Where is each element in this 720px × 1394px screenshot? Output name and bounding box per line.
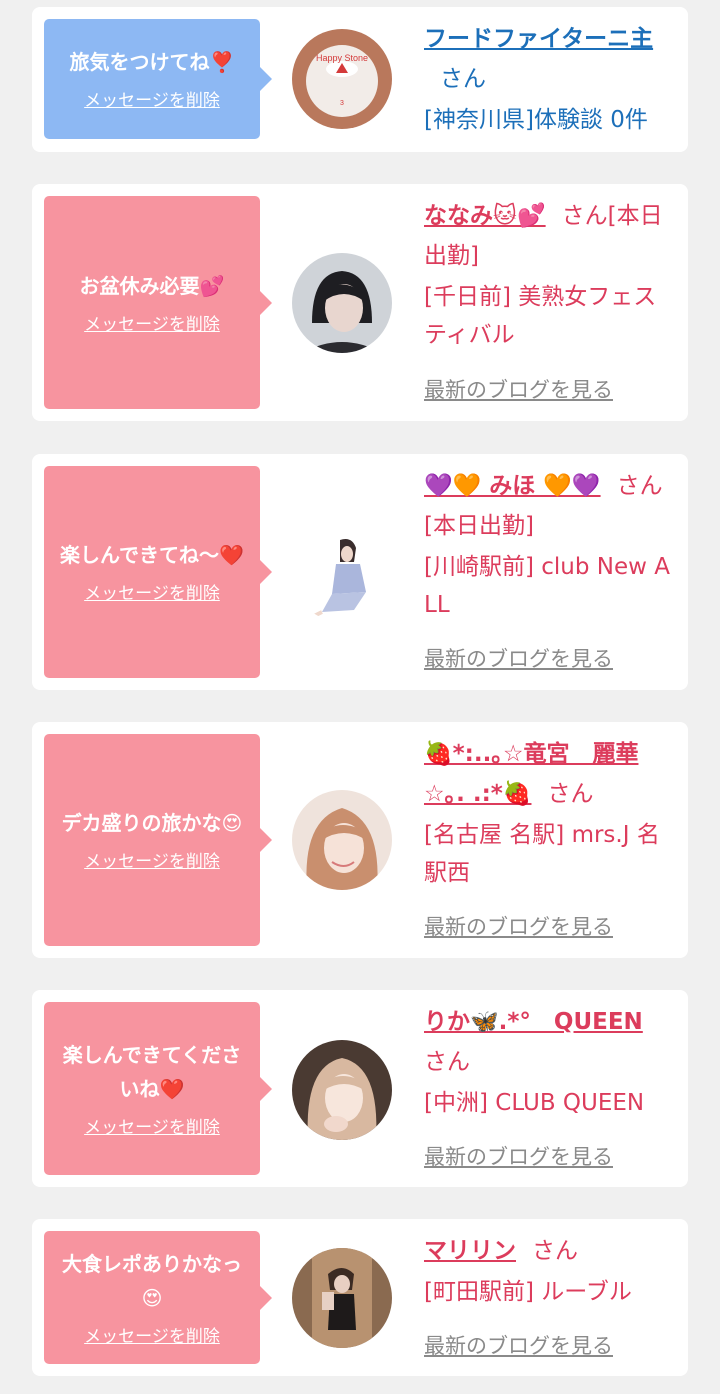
cast-photo: [292, 522, 392, 622]
latest-blog-link[interactable]: 最新のブログを見る: [424, 644, 613, 674]
message-text: 楽しんできてね〜❤️: [60, 543, 244, 567]
latest-blog-link[interactable]: 最新のブログを見る: [424, 1142, 613, 1172]
message-card: 楽しんできてくださいね❤️ メッセージを削除 りか🦋.*° QUEEN さん [中…: [32, 990, 688, 1187]
avatar[interactable]: [292, 1248, 392, 1348]
cast-detail: [中洲] CLUB QUEEN: [424, 1090, 645, 1116]
message-bubble: デカ盛りの旅かな😍 メッセージを削除: [44, 734, 272, 946]
delete-message-link[interactable]: メッセージを削除: [84, 313, 220, 337]
cast-photo: [292, 253, 392, 353]
cast-name-link[interactable]: ななみ🐱💕: [424, 203, 546, 229]
cast-name-link[interactable]: 🍓*:..｡☆竜宮 麗華☆｡. .:*🍓: [424, 741, 638, 807]
message-card: 楽しんできてね〜❤️ メッセージを削除 💜🧡 みほ 🧡💜 さん[本日出勤] [川崎…: [32, 454, 688, 690]
message-text: 楽しんできてくださいね❤️: [62, 1042, 242, 1101]
honorific: さん: [424, 1049, 470, 1075]
cast-info: 💜🧡 みほ 🧡💜 さん[本日出勤] [川崎駅前] club New ALL: [424, 466, 676, 624]
latest-blog-link[interactable]: 最新のブログを見る: [424, 1331, 613, 1361]
cast-info: りか🦋.*° QUEEN さん [中洲] CLUB QUEEN: [424, 1002, 676, 1122]
message-card: 旅気をつけてね❣️ メッセージを削除 Happy Stone 3 フードファイタ…: [32, 7, 688, 152]
avatar[interactable]: [292, 790, 392, 890]
delete-message-link[interactable]: メッセージを削除: [84, 89, 220, 113]
message-list: 旅気をつけてね❣️ メッセージを削除 Happy Stone 3 フードファイタ…: [0, 0, 720, 1394]
delete-message-link[interactable]: メッセージを削除: [84, 1116, 220, 1140]
cast-detail: [川崎駅前] club New ALL: [424, 554, 670, 618]
message-bubble: 旅気をつけてね❣️ メッセージを削除: [44, 19, 272, 139]
message-bubble: 楽しんできてくださいね❤️ メッセージを削除: [44, 1002, 272, 1175]
message-bubble: お盆休み必要💕 メッセージを削除: [44, 196, 272, 409]
delete-message-link[interactable]: メッセージを削除: [84, 582, 220, 606]
message-text: 大食レポありかなっ😍: [62, 1251, 242, 1310]
cast-name-link[interactable]: フードファイターニ主: [424, 26, 653, 52]
message-card: デカ盛りの旅かな😍 メッセージを削除 🍓*:..｡☆竜宮 麗華☆｡. .:*🍓 さ…: [32, 722, 688, 958]
delete-message-link[interactable]: メッセージを削除: [84, 1325, 220, 1349]
cast-detail: [千日前] 美熟女フェスティバル: [424, 284, 657, 348]
latest-blog-link[interactable]: 最新のブログを見る: [424, 375, 613, 405]
svg-text:3: 3: [340, 100, 344, 107]
honorific: さん: [547, 781, 594, 807]
cast-detail: [名古屋 名駅] mrs.J 名駅西: [424, 822, 660, 886]
cast-info: フードファイターニ主さん [神奈川県]体験談 0件: [424, 19, 676, 139]
cast-info: ななみ🐱💕 さん[本日出勤] [千日前] 美熟女フェスティバル: [424, 196, 676, 354]
cast-name-link[interactable]: 💜🧡 みほ 🧡💜: [424, 473, 601, 499]
avatar-label: Happy Stone: [316, 53, 368, 63]
cast-photo: [292, 1040, 392, 1140]
message-text: お盆休み必要💕: [79, 273, 225, 298]
avatar[interactable]: [292, 253, 392, 353]
cast-detail: [神奈川県]体験談 0件: [424, 107, 648, 133]
cast-photo: [292, 1248, 392, 1348]
honorific: さん: [440, 66, 486, 92]
cast-info: マリリン さん [町田駅前] ルーブル: [424, 1231, 676, 1311]
cast-detail: [町田駅前] ルーブル: [424, 1279, 632, 1305]
delete-message-link[interactable]: メッセージを削除: [84, 850, 220, 874]
message-text: 旅気をつけてね❣️: [69, 50, 235, 74]
avatar[interactable]: [292, 522, 392, 622]
cast-info: 🍓*:..｡☆竜宮 麗華☆｡. .:*🍓 さん [名古屋 名駅] mrs.J 名駅…: [424, 734, 676, 892]
cast-name-link[interactable]: マリリン: [424, 1238, 516, 1264]
message-bubble: 大食レポありかなっ😍 メッセージを削除: [44, 1231, 272, 1364]
message-card: 大食レポありかなっ😍 メッセージを削除 マリリン さん [町田駅前] ルーブル 最…: [32, 1219, 688, 1376]
stone-avatar-image: Happy Stone 3: [292, 29, 392, 129]
message-card: お盆休み必要💕 メッセージを削除 ななみ🐱💕 さん[本日出勤] [千日前] 美熟女…: [32, 184, 688, 421]
cast-photo: [292, 790, 392, 890]
message-bubble: 楽しんできてね〜❤️ メッセージを削除: [44, 466, 272, 678]
cast-name-link[interactable]: りか🦋.*° QUEEN: [424, 1009, 643, 1035]
avatar[interactable]: Happy Stone 3: [292, 29, 392, 129]
message-text: デカ盛りの旅かな😍: [61, 811, 243, 835]
avatar[interactable]: [292, 1040, 392, 1140]
honorific: さん: [532, 1238, 578, 1264]
latest-blog-link[interactable]: 最新のブログを見る: [424, 912, 613, 942]
